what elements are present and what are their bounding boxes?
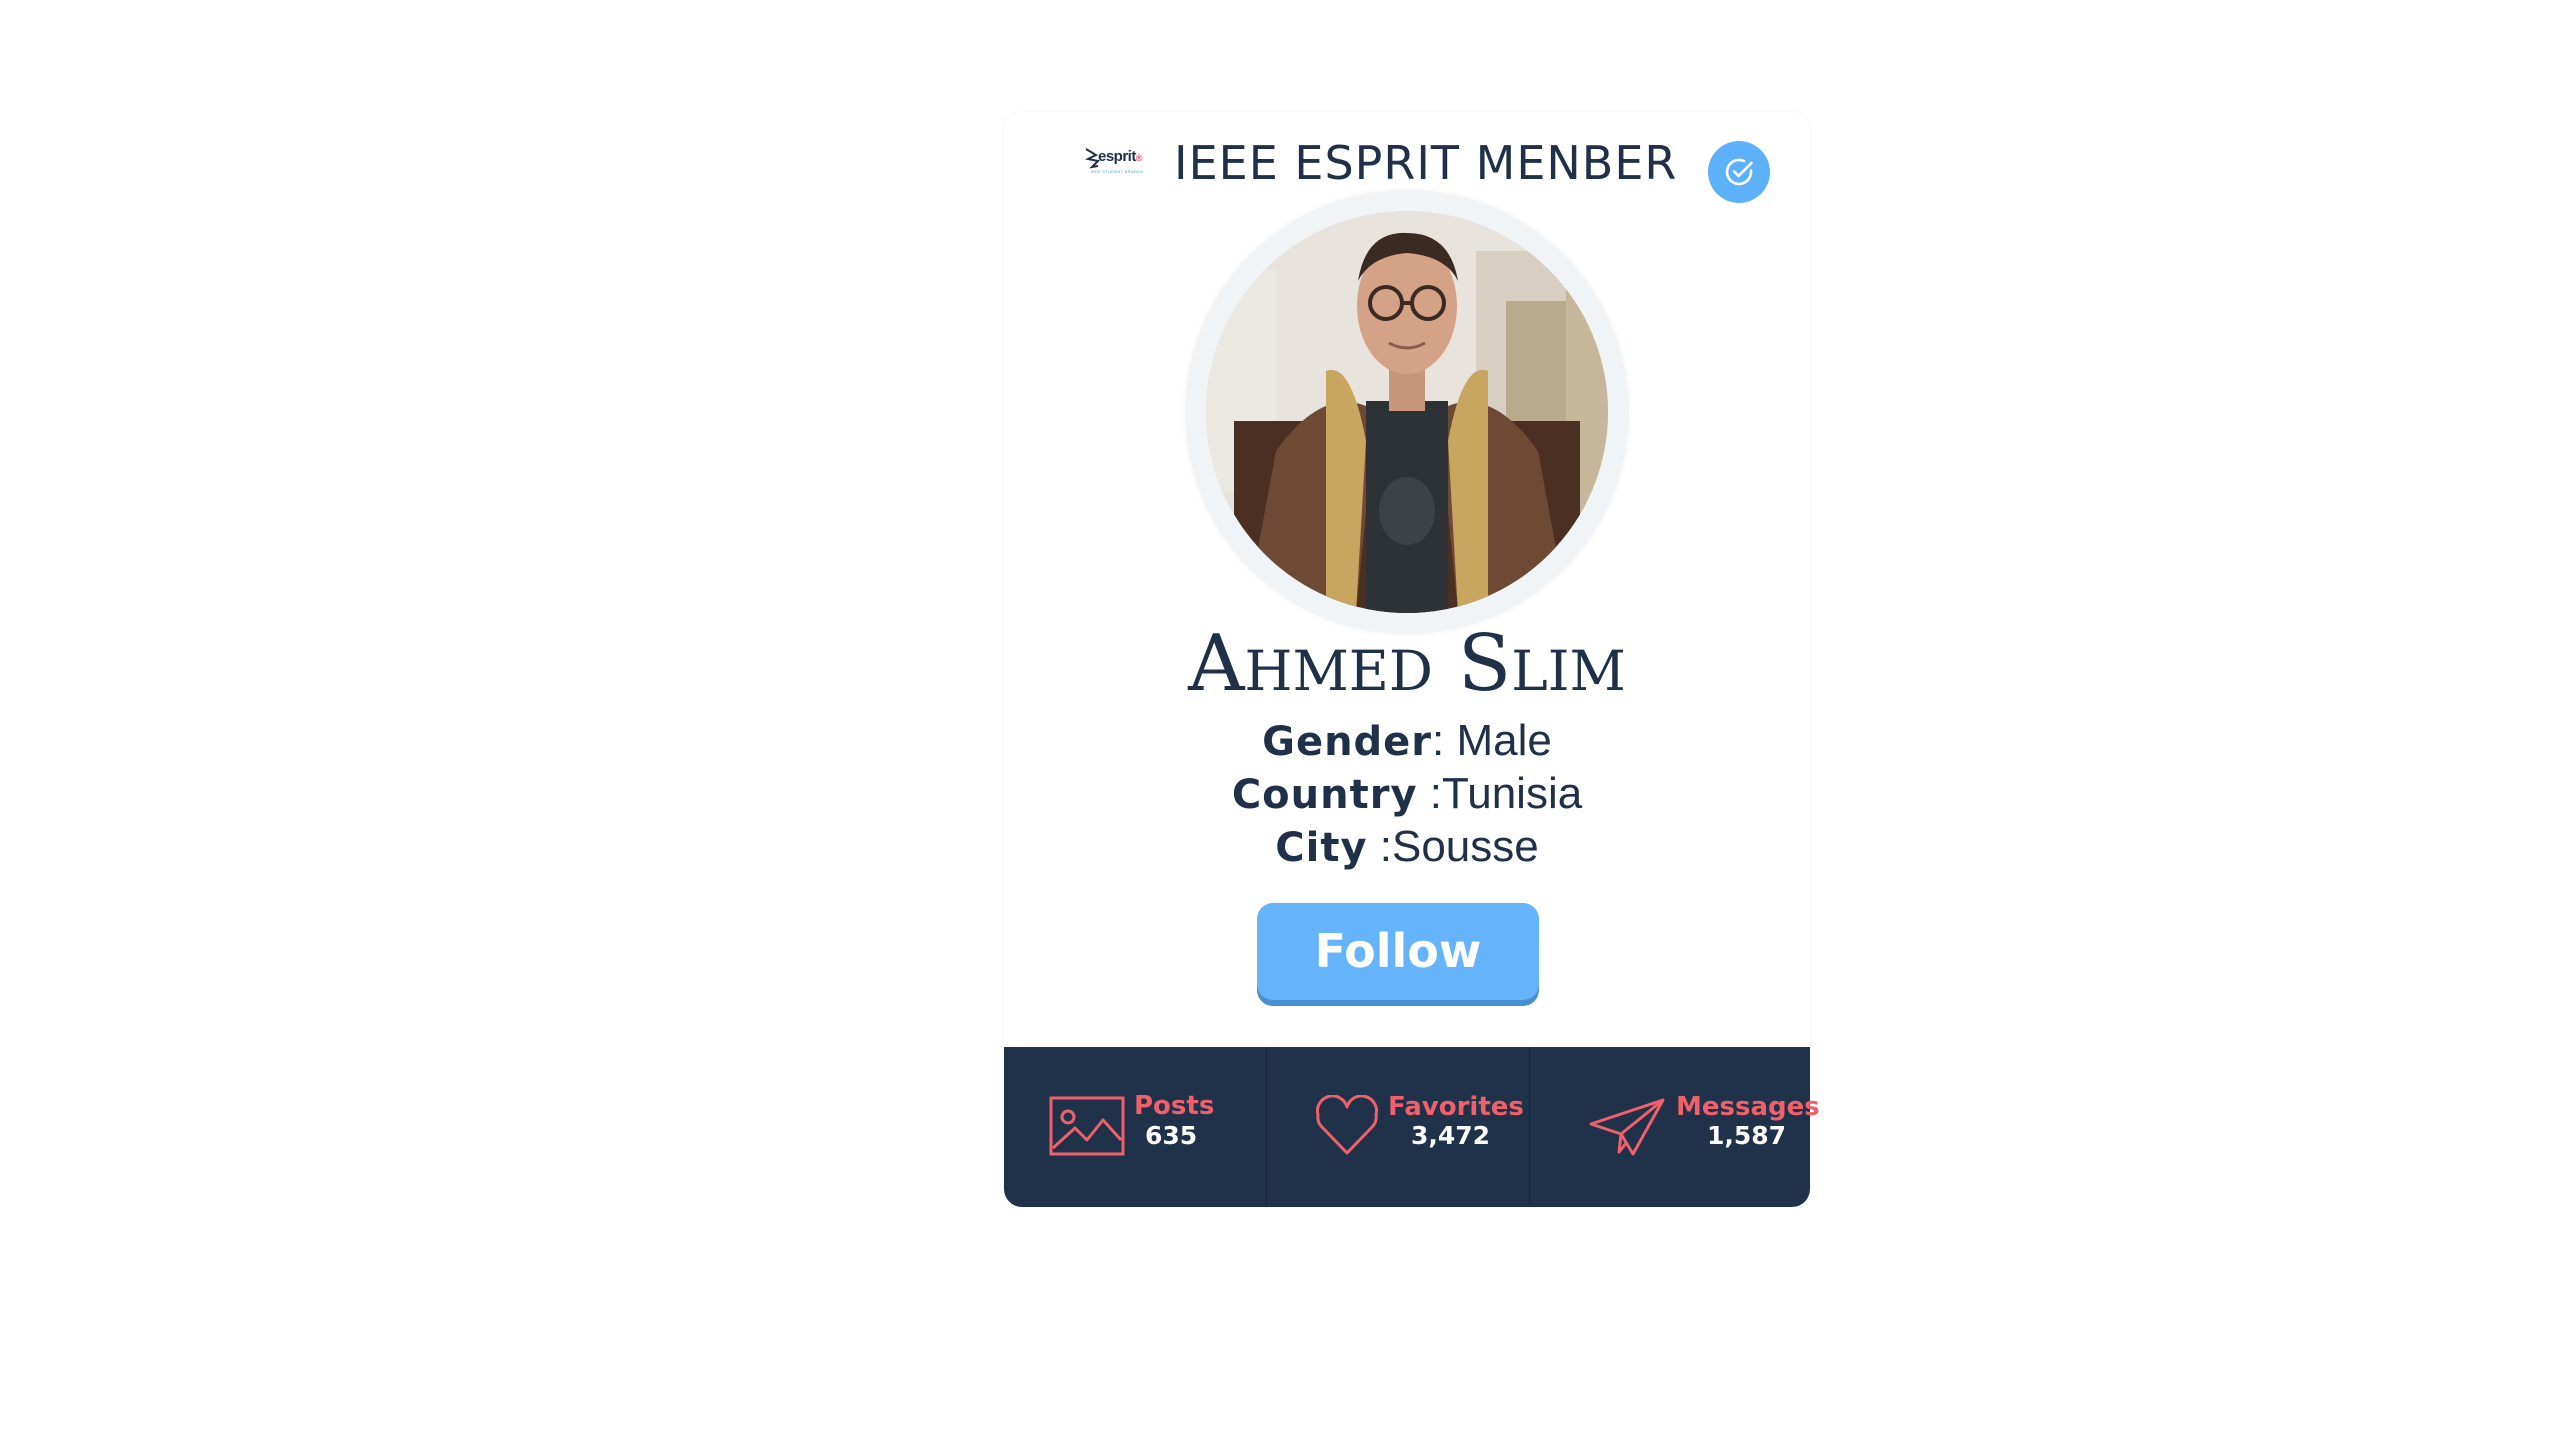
gender-row: Gender: Male [1004,716,1810,766]
heart-icon [1315,1095,1379,1155]
stat-messages[interactable]: Messages 1,587 [1530,1047,1820,1207]
city-label: City [1275,825,1368,871]
stat-count: 635 [1145,1121,1198,1150]
header-title: IEEE ESPRIT MENBER [1174,136,1678,190]
stat-label: Messages [1676,1092,1820,1122]
stat-label: Favorites [1388,1092,1524,1122]
stat-count: 3,472 [1411,1121,1491,1150]
logo-subtitle: IEEE STUDENT BRANCH [1090,169,1144,174]
follow-button[interactable]: Follow [1257,903,1539,1000]
gender-value: : Male [1432,716,1552,765]
esprit-logo: esprit® IEEE STUDENT BRANCH [1084,145,1150,185]
profile-name: Ahmed Slim [1188,619,1626,709]
verified-badge[interactable] [1708,141,1770,203]
check-circle-icon [1725,158,1753,186]
stat-favorites[interactable]: Favorites 3,472 [1267,1047,1530,1207]
country-row: Country :Tunisia [1004,769,1810,819]
city-row: City :Sousse [1004,822,1810,872]
avatar[interactable] [1206,211,1608,613]
profile-card: esprit® IEEE STUDENT BRANCH IEEE ESPRIT … [1004,112,1820,1207]
stats-bar: Posts 635 Favorites 3,472 Messages 1,587 [1004,1047,1820,1207]
logo-text: esprit® [1098,148,1143,165]
stat-posts[interactable]: Posts 635 [1004,1047,1267,1207]
gender-label: Gender [1262,719,1433,765]
stat-count: 1,587 [1707,1121,1787,1150]
stat-label: Posts [1134,1091,1215,1121]
country-value: :Tunisia [1417,769,1583,818]
image-icon [1049,1096,1125,1156]
city-value: :Sousse [1367,822,1539,871]
country-label: Country [1231,772,1418,818]
paper-plane-icon [1589,1098,1665,1156]
